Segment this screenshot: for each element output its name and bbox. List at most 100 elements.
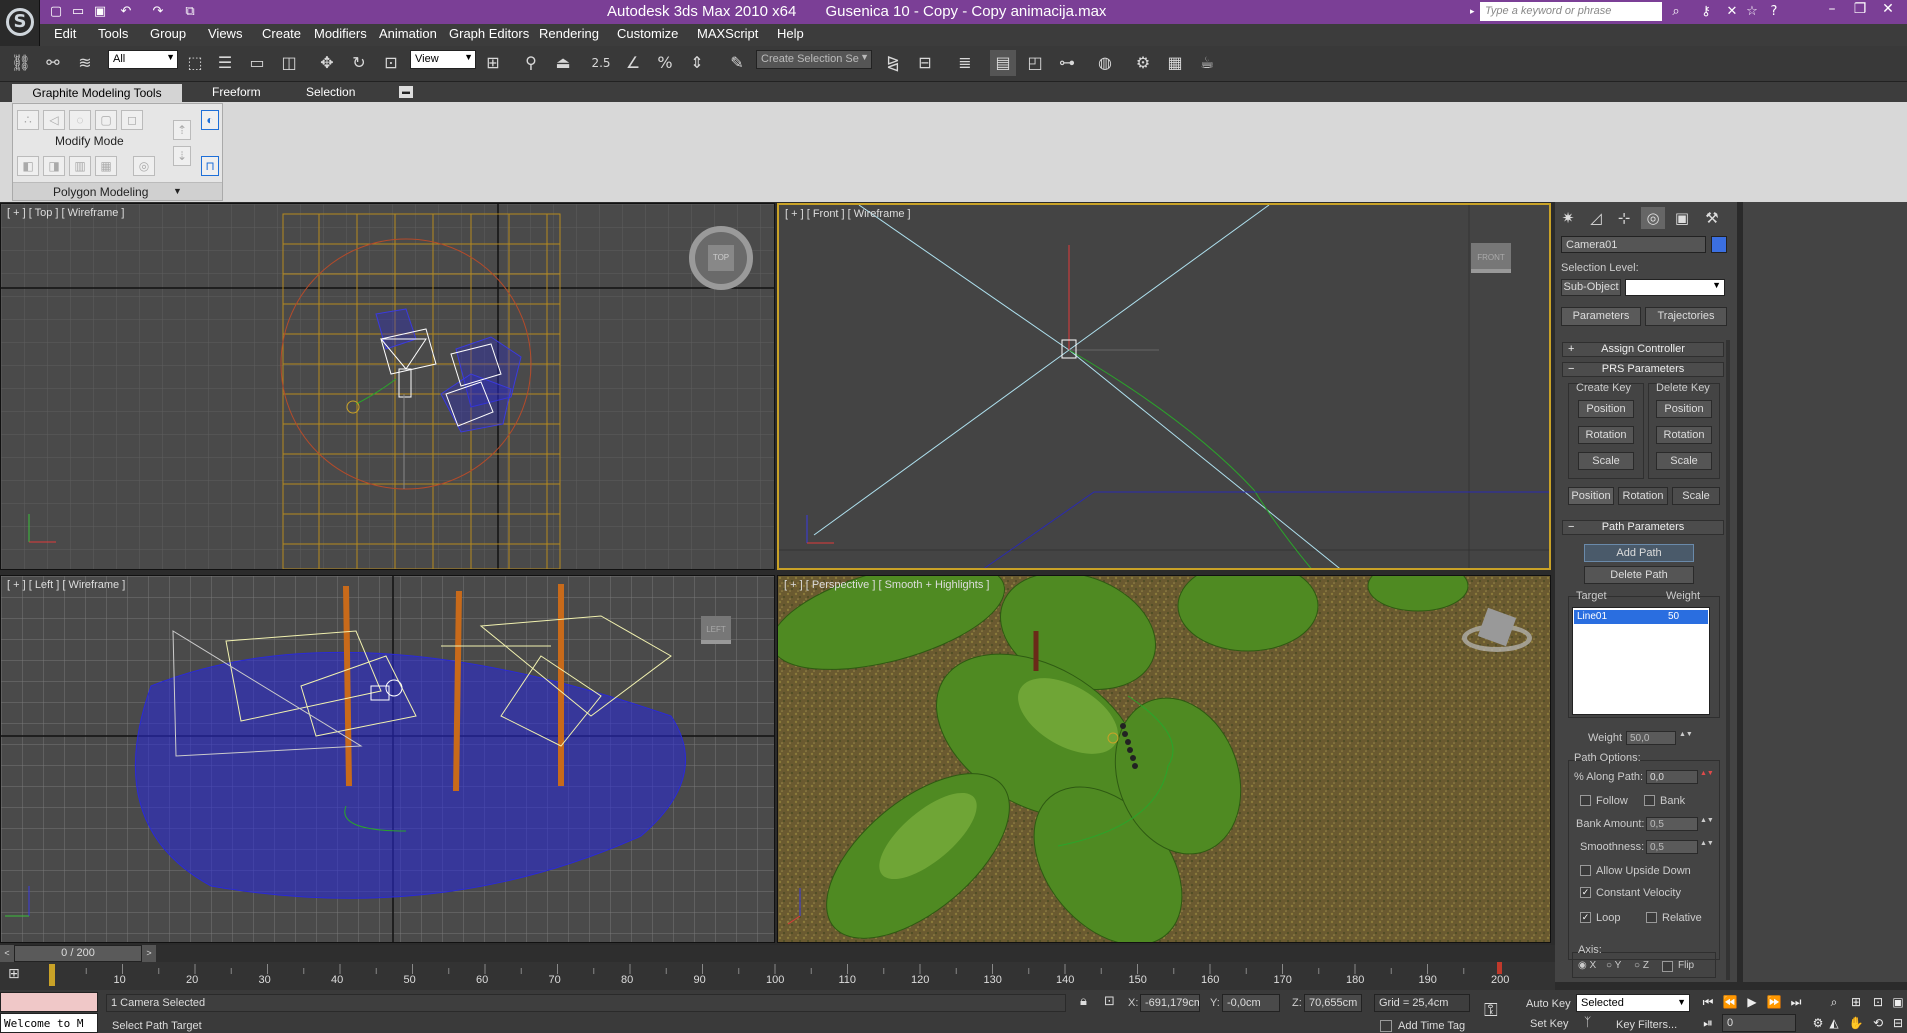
- close-icon[interactable]: ✕: [1874, 0, 1902, 20]
- select-by-name-icon[interactable]: ☰: [212, 50, 238, 76]
- menu-modifiers[interactable]: Modifiers: [314, 26, 367, 41]
- favorites-star-icon[interactable]: ☆: [1742, 2, 1762, 22]
- infocenter-search-input[interactable]: Type a keyword or phrase: [1480, 2, 1662, 21]
- axis-x-radio[interactable]: ◉ X: [1578, 960, 1596, 971]
- weight-spinner-arrows-icon[interactable]: ▲▼: [1679, 731, 1693, 745]
- binoculars-icon[interactable]: ⌕: [1666, 2, 1686, 22]
- field-of-view-icon[interactable]: ◭: [1824, 1014, 1844, 1032]
- search-expand-icon[interactable]: ▸: [1470, 2, 1480, 21]
- zoom-extents-icon[interactable]: ⊡: [1868, 993, 1888, 1011]
- prs-parameters-rollout[interactable]: − PRS Parameters: [1562, 362, 1724, 377]
- target-list[interactable]: Line01 50: [1572, 607, 1710, 715]
- show-end-result-icon[interactable]: ▦: [95, 156, 117, 176]
- set-key-button[interactable]: Set Key: [1530, 1018, 1569, 1030]
- zoom-icon[interactable]: ⌕: [1824, 993, 1844, 1011]
- current-frame-field[interactable]: 0: [1722, 1014, 1796, 1032]
- make-planar-icon[interactable]: ⊓: [201, 156, 219, 176]
- set-key-icon[interactable]: ⚿: [1484, 1000, 1512, 1021]
- assign-controller-rollout[interactable]: + Assign Controller: [1562, 342, 1724, 357]
- minimize-icon[interactable]: –: [1818, 0, 1846, 20]
- axis-z-radio[interactable]: ○ Z: [1634, 960, 1649, 971]
- z-coord-field[interactable]: 70,655cm: [1304, 994, 1362, 1012]
- target-list-row[interactable]: Line01 50: [1574, 610, 1708, 624]
- play-icon[interactable]: ▶: [1742, 993, 1762, 1011]
- create-tab-icon[interactable]: ✷: [1556, 207, 1580, 229]
- create-scale-key-button[interactable]: Scale: [1578, 452, 1634, 470]
- sub-object-button[interactable]: Sub-Object: [1561, 279, 1621, 296]
- graphite-toggle-icon[interactable]: ▤: [990, 50, 1016, 76]
- perspective-viewcube[interactable]: [1462, 607, 1532, 652]
- modify-tab-icon[interactable]: ◿: [1584, 207, 1608, 229]
- ribbon-minimize-icon[interactable]: ▬: [399, 86, 413, 98]
- utilities-tab-icon[interactable]: ⚒: [1700, 207, 1724, 229]
- bank-amount-spinner-arrows-icon[interactable]: ▲▼: [1700, 817, 1714, 831]
- selection-filter-select[interactable]: All ▼: [108, 50, 178, 69]
- open-file-icon[interactable]: ▭: [68, 2, 88, 22]
- motion-tab-icon[interactable]: ◎: [1641, 207, 1665, 229]
- vertex-icon[interactable]: ∴: [17, 110, 39, 130]
- rendered-frame-window-icon[interactable]: ▦: [1162, 50, 1188, 76]
- along-path-spinner-arrows-icon[interactable]: ▲▼: [1700, 770, 1714, 784]
- key-mode-icon[interactable]: ⏯: [1698, 1014, 1718, 1032]
- delete-position-key-button[interactable]: Position: [1656, 400, 1712, 418]
- left-viewport-label[interactable]: [ + ] [ Left ] [ Wireframe ]: [7, 579, 125, 591]
- delete-scale-key-button[interactable]: Scale: [1656, 452, 1712, 470]
- key-mode-toggle-icon[interactable]: ᛉ: [1584, 1015, 1598, 1031]
- maxscript-mini-listener-top[interactable]: [0, 992, 98, 1012]
- along-path-spinner[interactable]: 0,0: [1646, 770, 1698, 784]
- left-viewcube[interactable]: LEFT: [701, 616, 731, 644]
- edge-icon[interactable]: ◁: [43, 110, 65, 130]
- polygon-icon[interactable]: ▢: [95, 110, 117, 130]
- snaps-toggle-icon[interactable]: 2.5: [588, 50, 614, 76]
- save-file-icon[interactable]: ▣: [90, 2, 110, 22]
- menu-group[interactable]: Group: [150, 26, 186, 41]
- bind-space-warp-icon[interactable]: ≋: [72, 50, 98, 76]
- curve-editor-icon[interactable]: ◰: [1022, 50, 1048, 76]
- menu-maxscript[interactable]: MAXScript: [697, 26, 758, 41]
- time-tag-icon[interactable]: [1380, 1020, 1392, 1032]
- tab-graphite-modeling-tools[interactable]: Graphite Modeling Tools: [12, 84, 182, 102]
- subscription-key-icon[interactable]: ⚷: [1696, 2, 1716, 22]
- flip-checkbox[interactable]: [1662, 961, 1673, 972]
- prs-tab-scale[interactable]: Scale: [1672, 487, 1720, 505]
- viewport-perspective[interactable]: [ + ] [ Perspective ] [ Smooth + Highlig…: [777, 575, 1551, 943]
- window-crossing-icon[interactable]: ◫: [276, 50, 302, 76]
- orbit-icon[interactable]: ⟲: [1868, 1014, 1888, 1032]
- zoom-all-icon[interactable]: ⊞: [1846, 993, 1866, 1011]
- tab-selection[interactable]: Selection: [306, 85, 355, 99]
- spinner-snap-icon[interactable]: ⇕: [684, 50, 710, 76]
- select-manipulate-icon[interactable]: ⚲: [518, 50, 544, 76]
- communication-icon[interactable]: ✕: [1722, 2, 1742, 22]
- y-coord-field[interactable]: -0,0cm: [1222, 994, 1280, 1012]
- allow-upside-down-checkbox[interactable]: [1580, 865, 1591, 876]
- layer-manager-icon[interactable]: ≣: [952, 50, 978, 76]
- viewcube-top-face[interactable]: TOP: [708, 245, 734, 271]
- angle-snap-icon[interactable]: ∠: [620, 50, 646, 76]
- time-slider-prev-icon[interactable]: <: [0, 945, 14, 962]
- reference-coordinate-select[interactable]: View ▼: [410, 50, 476, 69]
- menu-tools[interactable]: Tools: [98, 26, 128, 41]
- render-setup-icon[interactable]: ⚙: [1130, 50, 1156, 76]
- project-folder-icon[interactable]: ⧉: [180, 2, 200, 22]
- maximize-viewport-icon[interactable]: ⊟: [1888, 1014, 1907, 1032]
- restore-icon[interactable]: ❐: [1846, 0, 1874, 20]
- go-to-start-icon[interactable]: ⏮: [1698, 993, 1718, 1011]
- help-icon[interactable]: ?: [1764, 2, 1784, 22]
- next-modifier-icon[interactable]: ◨: [43, 156, 65, 176]
- time-slider-track[interactable]: < 0 / 200 >: [0, 945, 775, 962]
- parameters-button[interactable]: Parameters: [1561, 307, 1641, 326]
- command-panel-scrollbar[interactable]: [1726, 340, 1730, 980]
- viewport-left[interactable]: [ + ] [ Left ] [ Wireframe ] LEFT: [0, 575, 775, 943]
- zoom-extents-all-icon[interactable]: ▣: [1888, 993, 1907, 1011]
- select-move-icon[interactable]: ✥: [314, 50, 340, 76]
- align-icon[interactable]: ⊟: [912, 50, 938, 76]
- perspective-viewport-label[interactable]: [ + ] [ Perspective ] [ Smooth + Highlig…: [784, 579, 989, 591]
- border-icon[interactable]: ◌: [69, 110, 91, 130]
- prs-tab-position[interactable]: Position: [1568, 487, 1614, 505]
- repeat-last-icon[interactable]: ⇣: [173, 146, 191, 166]
- polygon-modeling-dropdown[interactable]: Polygon Modeling ▼: [13, 182, 222, 200]
- top-viewcube[interactable]: TOP: [689, 226, 753, 290]
- percent-snap-icon[interactable]: %: [652, 50, 678, 76]
- preserve-uvs-icon[interactable]: ◎: [133, 156, 155, 176]
- trajectories-button[interactable]: Trajectories: [1645, 307, 1727, 326]
